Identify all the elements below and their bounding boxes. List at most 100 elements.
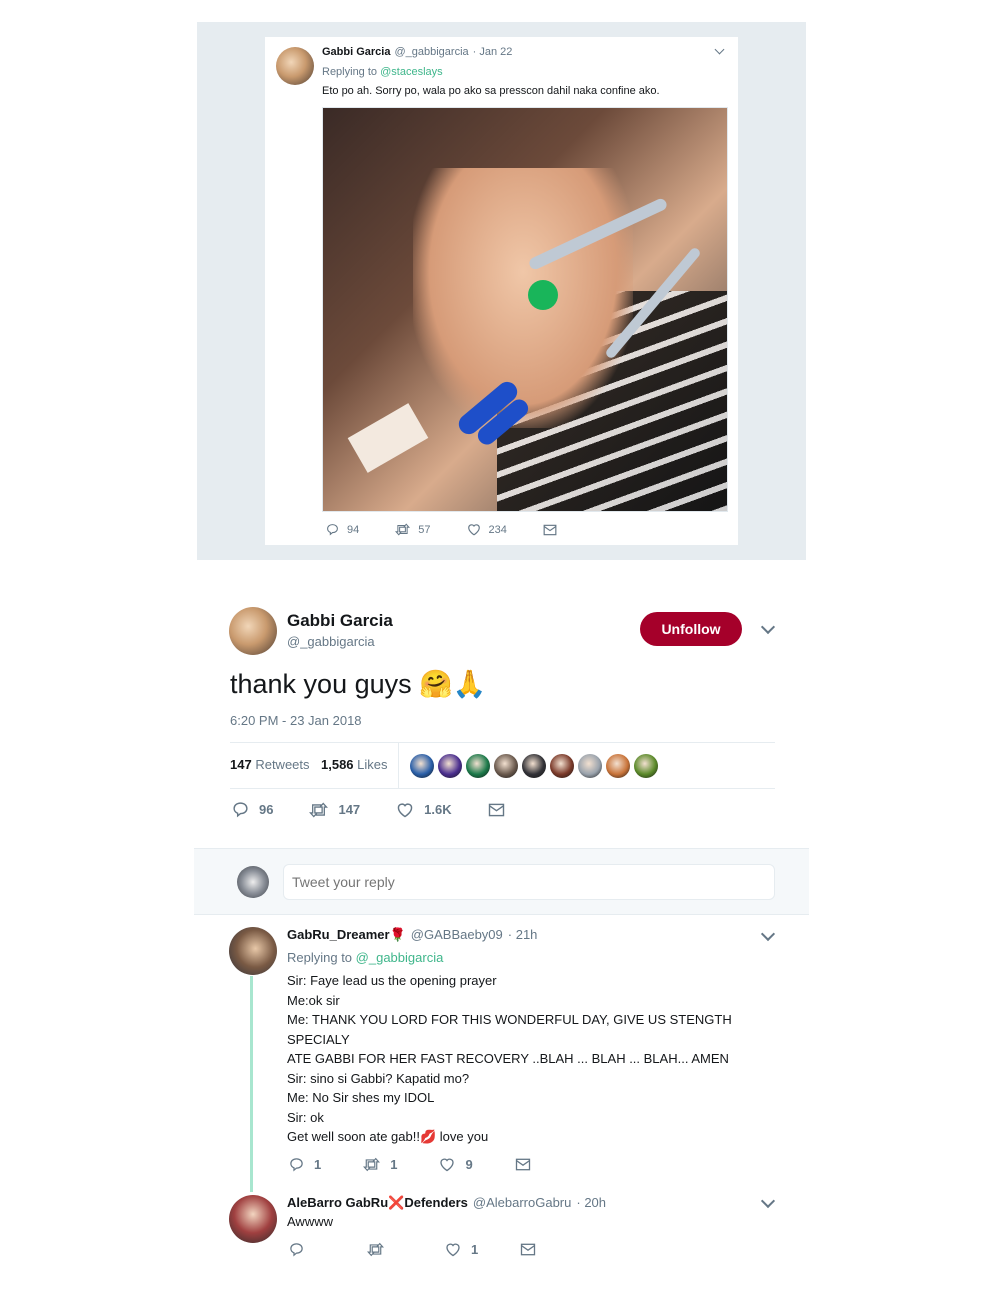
divider [230,788,775,789]
liker-avatar[interactable] [494,754,518,778]
like-button[interactable]: 9 [439,1157,473,1172]
chevron-down-icon[interactable] [760,1193,776,1209]
liker-avatar[interactable] [606,754,630,778]
dm-button[interactable] [520,1242,536,1257]
liker-avatar[interactable] [634,754,658,778]
dm-button[interactable] [488,801,505,818]
reply-text: Awwww [287,1214,333,1229]
reply-icon [290,1243,303,1257]
retweet-button[interactable]: 1 [363,1157,397,1172]
chevron-down-icon[interactable] [760,926,776,942]
liker-avatar[interactable] [522,754,546,778]
likes-label: Likes [357,757,388,772]
author-name[interactable]: AleBarro GabRu❌Defenders [287,1195,468,1211]
heart-icon [446,1243,460,1257]
avatar[interactable] [229,927,277,975]
like-count: 234 [488,523,507,536]
mail-icon [543,524,557,535]
reply-button[interactable] [289,1242,325,1257]
liker-avatar[interactable] [578,754,602,778]
tweet-text-body: thank you guys [230,669,412,699]
replying-label: Replying to [322,66,378,78]
replying-to-link[interactable]: @staceslays [380,66,443,78]
thread-line [250,976,253,1192]
like-button[interactable]: 1.6K [396,801,452,818]
reply-button[interactable]: 1 [289,1157,321,1172]
reply-text: Sir: Faye lead us the opening prayer Me:… [287,973,732,1125]
like-count: 9 [465,1157,473,1172]
like-count: 1 [471,1242,479,1257]
replying-to: Replying to @staceslays [322,66,443,78]
liker-avatar[interactable] [466,754,490,778]
tweet-photo[interactable] [322,107,728,512]
heart-icon [440,1158,455,1172]
likes-count: 1,586 [321,757,354,772]
reply-input[interactable] [283,864,775,900]
reply-icon [290,1158,303,1172]
retweet-button[interactable]: 57 [395,523,431,536]
unfollow-button[interactable]: Unfollow [640,612,742,646]
replying-label: Replying to [287,950,353,965]
reply-count: 96 [259,802,274,817]
retweets-label: Retweets [255,757,310,772]
photo-hand [413,168,633,428]
author-handle: @AlebarroGabru [472,1195,572,1210]
author-handle[interactable]: @_gabbigarcia [287,634,375,649]
reply-count: 94 [347,523,360,536]
reply-icon [327,524,338,536]
author-name[interactable]: Gabbi Garcia [322,46,390,58]
my-avatar [237,866,269,898]
reply-button[interactable]: 96 [232,801,273,818]
avatar[interactable] [229,1195,277,1243]
author-name[interactable]: Gabbi Garcia [287,611,393,631]
divider [230,742,775,743]
reply-actions: 1 [289,1242,536,1257]
mail-icon [488,803,504,816]
like-stats[interactable]: 1,586 Likes [321,757,388,772]
like-count: 1.6K [424,802,452,817]
author-handle: @_gabbigarcia [394,46,469,58]
mail-icon [521,1243,536,1256]
avatar[interactable] [276,47,314,85]
photo-iv-valve [528,280,558,310]
reply-button[interactable]: 94 [326,523,359,536]
retweet-stats[interactable]: 147 Retweets [230,757,310,772]
like-button[interactable]: 234 [467,523,507,536]
heart-icon [397,802,413,817]
reply-time[interactable]: · 20h [576,1195,606,1211]
reply-text-signoff: Get well soon ate gab!!💋 love you [287,1129,489,1144]
like-button[interactable]: 1 [445,1242,478,1257]
chevron-down-icon[interactable] [760,619,776,635]
avatar[interactable] [229,607,277,655]
replying-to-link[interactable]: @_gabbigarcia [356,950,444,965]
retweet-icon [395,523,411,536]
author-handle: @GABBaeby09 [410,927,503,942]
reply-actions: 1 1 9 [289,1157,531,1172]
author-name[interactable]: GabRu_Dreamer🌹 [287,927,406,943]
retweet-button[interactable] [367,1242,403,1257]
reply-icon [233,802,248,818]
replying-to: Replying to @_gabbigarcia [287,950,443,965]
liker-avatar[interactable] [410,754,434,778]
liker-avatar[interactable] [550,754,574,778]
tweet-header: Gabbi Garcia @_gabbigarcia · Jan 22 [322,46,512,58]
tweet-timestamp[interactable]: 6:20 PM - 23 Jan 2018 [230,713,362,728]
tweet-emojis: 🤗🙏 [419,669,487,699]
heart-icon [467,524,480,536]
liker-avatar[interactable] [438,754,462,778]
dm-button[interactable] [543,523,557,536]
retweet-icon [309,801,329,818]
retweet-icon [367,1242,384,1257]
tweet-date[interactable]: · Jan 22 [473,46,513,58]
dm-button[interactable] [515,1157,531,1172]
tweet-text: Eto po ah. Sorry po, wala po ako sa pres… [322,85,660,97]
reply-count: 1 [314,1157,322,1172]
reply-time[interactable]: · 21h [508,927,538,943]
retweets-count: 147 [230,757,252,772]
tweet-text: thank you guys 🤗🙏 [230,668,486,700]
retweet-icon [363,1157,381,1172]
retweet-count: 147 [338,802,361,817]
retweet-button[interactable]: 147 [309,801,360,818]
embedded-actions: 94 57 234 [326,523,557,536]
divider [398,743,399,788]
